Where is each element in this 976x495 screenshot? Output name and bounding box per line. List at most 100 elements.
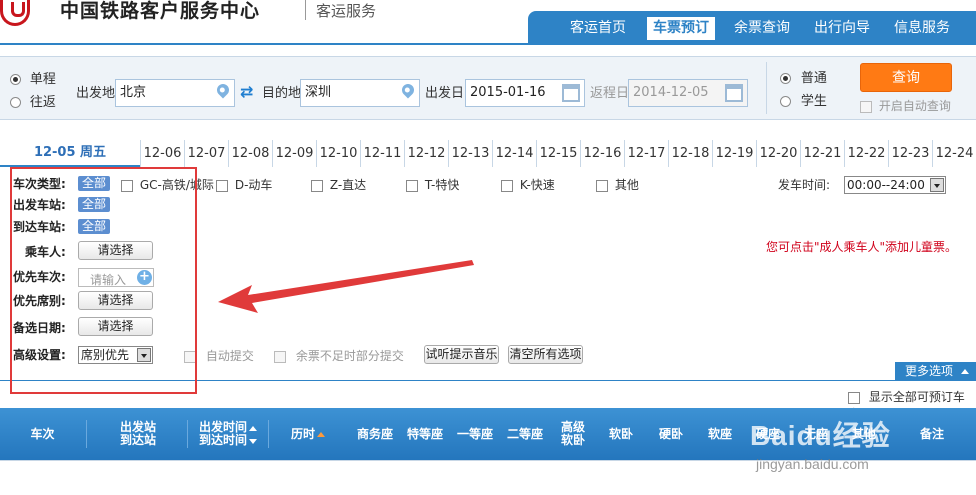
query-button[interactable]: 查询 bbox=[860, 63, 952, 92]
return-date-label: 返程日 bbox=[590, 86, 630, 101]
date-tab[interactable]: 12-17 bbox=[624, 140, 668, 167]
date-tab-bar: 12-05 周五 12-06 12-07 12-08 12-09 12-10 1… bbox=[0, 140, 976, 167]
child-ticket-hint: 您可点击"成人乘车人"添加儿童票。 bbox=[766, 240, 958, 254]
to-label: 目的地 bbox=[262, 86, 302, 101]
col-special[interactable]: 特等座 bbox=[400, 408, 450, 460]
nav-ticket-booking[interactable]: 车票预订 bbox=[647, 17, 715, 40]
column-divider bbox=[268, 420, 269, 448]
checkbox[interactable] bbox=[274, 350, 286, 363]
from-label: 出发地 bbox=[76, 86, 116, 101]
trip-type-roundtrip[interactable]: 往返 bbox=[10, 95, 56, 111]
date-tab[interactable]: 12-20 bbox=[756, 140, 800, 167]
watermark-url: jingyan.baidu.com bbox=[756, 456, 869, 472]
swap-stations-icon[interactable]: ⇄ bbox=[240, 83, 260, 101]
header-divider bbox=[0, 43, 976, 45]
col-business[interactable]: 商务座 bbox=[350, 408, 400, 460]
col-duration[interactable]: 历时 bbox=[270, 408, 346, 460]
from-station-input[interactable]: 北京 bbox=[115, 79, 235, 107]
location-pin-icon[interactable] bbox=[399, 81, 417, 99]
location-pin-icon[interactable] bbox=[214, 81, 232, 99]
date-tab[interactable]: 12-14 bbox=[492, 140, 536, 167]
train-type-z[interactable]: Z-直达 bbox=[311, 176, 366, 193]
depart-time-label: 发车时间: bbox=[778, 178, 831, 192]
date-tab[interactable]: 12-09 bbox=[272, 140, 316, 167]
depart-date-label: 出发日 bbox=[425, 86, 465, 101]
train-type-k[interactable]: K-快速 bbox=[501, 176, 555, 193]
date-tab[interactable]: 12-23 bbox=[888, 140, 932, 167]
more-options-button[interactable]: 更多选项 bbox=[895, 362, 976, 380]
date-tab[interactable]: 12-08 bbox=[228, 140, 272, 167]
column-divider bbox=[187, 420, 188, 448]
nav-info-service[interactable]: 信息服务 bbox=[888, 17, 956, 40]
sort-desc-icon[interactable] bbox=[249, 439, 257, 444]
main-nav: 客运首页 车票预订 余票查询 出行向导 信息服务 bbox=[528, 11, 976, 44]
auto-query-checkbox[interactable] bbox=[860, 100, 872, 113]
chevron-up-icon bbox=[960, 369, 969, 374]
date-tab[interactable]: 12-06 bbox=[140, 140, 184, 167]
sub-title: 客运服务 bbox=[316, 2, 377, 20]
checkbox[interactable] bbox=[501, 179, 513, 192]
col-soft-sleeper[interactable]: 软卧 bbox=[596, 408, 646, 460]
sort-asc-icon[interactable] bbox=[317, 431, 325, 437]
col-hard-sleeper[interactable]: 硬卧 bbox=[646, 408, 696, 460]
checkbox[interactable] bbox=[311, 179, 323, 192]
site-title: 中国铁路客户服务中心 bbox=[60, 0, 261, 22]
nav-remaining-tickets[interactable]: 余票查询 bbox=[728, 17, 796, 40]
train-type-t[interactable]: T-特快 bbox=[406, 176, 459, 193]
annotation-arrow-shape bbox=[218, 260, 474, 313]
date-tab[interactable]: 12-07 bbox=[184, 140, 228, 167]
col-train-no[interactable]: 车次 bbox=[0, 408, 85, 460]
date-tab[interactable]: 12-22 bbox=[844, 140, 888, 167]
date-tab[interactable]: 12-10 bbox=[316, 140, 360, 167]
date-tab[interactable]: 12-11 bbox=[360, 140, 404, 167]
depart-time-select[interactable]: 00:00--24:00 bbox=[844, 176, 946, 194]
search-divider bbox=[766, 62, 767, 114]
col-first-class[interactable]: 一等座 bbox=[450, 408, 500, 460]
calendar-icon[interactable] bbox=[725, 84, 743, 102]
date-tab-selected[interactable]: 12-05 周五 bbox=[0, 140, 140, 167]
radio-roundtrip[interactable] bbox=[10, 97, 21, 108]
partial-submit-option[interactable]: 余票不足时部分提交 bbox=[274, 347, 404, 364]
checkbox[interactable] bbox=[216, 179, 228, 192]
radio-normal[interactable] bbox=[780, 73, 791, 84]
date-tab[interactable]: 12-15 bbox=[536, 140, 580, 167]
annotation-arrow-icon bbox=[218, 260, 474, 313]
sort-asc-icon[interactable] bbox=[249, 426, 257, 431]
passenger-type-normal[interactable]: 普通 bbox=[780, 71, 827, 87]
title-divider bbox=[305, 0, 306, 20]
chevron-down-icon[interactable] bbox=[930, 178, 944, 192]
nav-travel-guide[interactable]: 出行向导 bbox=[808, 17, 876, 40]
watermark-brand: Baidu经验 bbox=[750, 420, 891, 451]
date-tab[interactable]: 12-18 bbox=[668, 140, 712, 167]
col-deluxe-sleeper[interactable]: 高级 软卧 bbox=[550, 408, 596, 460]
calendar-icon[interactable] bbox=[562, 84, 580, 102]
to-station-input[interactable]: 深圳 bbox=[300, 79, 420, 107]
date-tab[interactable]: 12-16 bbox=[580, 140, 624, 167]
date-tab[interactable]: 12-24 bbox=[932, 140, 976, 167]
col-stations[interactable]: 出发站 到达站 bbox=[88, 408, 188, 460]
auto-query-option[interactable]: 开启自动查询 bbox=[860, 98, 951, 114]
passenger-type-student[interactable]: 学生 bbox=[780, 94, 827, 110]
annotation-highlight-box bbox=[10, 167, 197, 394]
depart-date-input[interactable]: 2015-01-16 bbox=[465, 79, 585, 107]
music-preview-button[interactable]: 试听提示音乐 bbox=[424, 345, 499, 364]
radio-oneway[interactable] bbox=[10, 74, 21, 85]
baidu-watermark: Baidu经验 jingyan.baidu.com bbox=[750, 392, 950, 492]
date-tab[interactable]: 12-21 bbox=[800, 140, 844, 167]
column-divider bbox=[86, 420, 87, 448]
date-tab[interactable]: 12-19 bbox=[712, 140, 756, 167]
train-type-other[interactable]: 其他 bbox=[596, 176, 639, 193]
train-type-d[interactable]: D-动车 bbox=[216, 176, 272, 193]
date-tab[interactable]: 12-13 bbox=[448, 140, 492, 167]
clear-options-button[interactable]: 清空所有选项 bbox=[508, 345, 583, 364]
col-times[interactable]: 出发时间 到达时间 bbox=[189, 408, 267, 460]
checkbox[interactable] bbox=[406, 179, 418, 192]
trip-type-oneway[interactable]: 单程 bbox=[10, 72, 56, 88]
nav-home[interactable]: 客运首页 bbox=[564, 17, 632, 40]
radio-student[interactable] bbox=[780, 96, 791, 107]
col-soft-seat[interactable]: 软座 bbox=[696, 408, 744, 460]
return-date-input[interactable]: 2014-12-05 bbox=[628, 79, 748, 107]
col-second-class[interactable]: 二等座 bbox=[500, 408, 550, 460]
checkbox[interactable] bbox=[596, 179, 608, 192]
date-tab[interactable]: 12-12 bbox=[404, 140, 448, 167]
